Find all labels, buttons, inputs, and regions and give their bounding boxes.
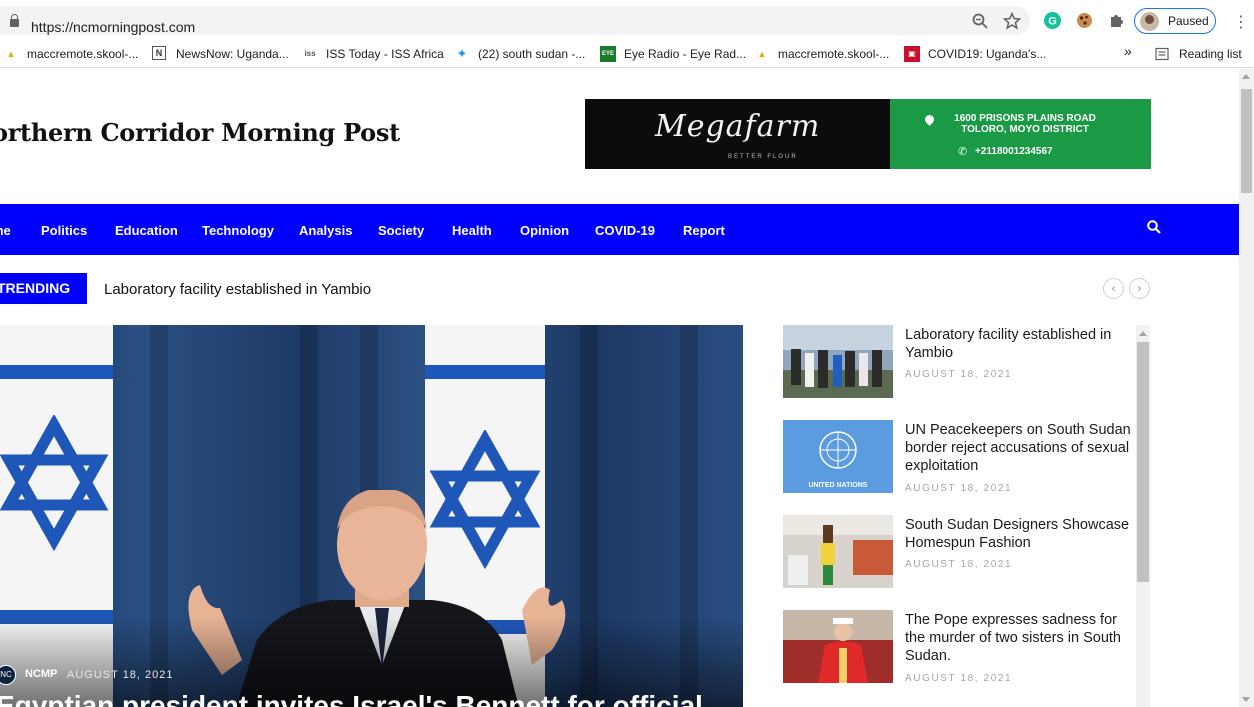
star-of-david-icon <box>0 415 109 552</box>
ad-address: 1600 PRISONS PLAINS ROAD TOLORO, MOYO DI… <box>940 113 1110 135</box>
avatar <box>1140 12 1159 31</box>
profile-button[interactable]: Paused <box>1134 8 1216 34</box>
flag-stripe <box>0 365 113 379</box>
profile-status-label: Paused <box>1168 14 1209 28</box>
iss-favicon-icon: iss <box>304 49 316 58</box>
zoom-icon[interactable] <box>972 13 988 29</box>
page-scrollbar[interactable] <box>1239 69 1254 707</box>
cookie-extension-icon[interactable] <box>1076 12 1093 29</box>
scroll-down-arrow-icon[interactable] <box>1242 697 1250 702</box>
post-date: AUGUST 18, 2021 <box>905 673 1013 684</box>
post-title[interactable]: The Pope expresses sadness for the murde… <box>905 611 1133 665</box>
post-date: AUGUST 18, 2021 <box>905 483 1013 494</box>
nav-item-health[interactable]: Health <box>452 223 492 238</box>
sidebar-scroll-thumb[interactable] <box>1137 342 1149 582</box>
search-icon[interactable] <box>1147 220 1161 234</box>
bookmark-label: (22) south sudan -... <box>478 47 586 61</box>
trending-prev-button[interactable]: ‹ <box>1103 278 1124 299</box>
newsnow-favicon-icon: N <box>152 46 166 60</box>
nav-item-report[interactable]: Report <box>683 223 725 238</box>
nav-item-society[interactable]: Society <box>378 223 424 238</box>
megafarm-ad-banner[interactable]: Megafarm BETTER FLOUR 1600 PRISONS PLAIN… <box>585 99 1151 169</box>
nav-item-politics[interactable]: Politics <box>41 223 87 238</box>
ad-brand-panel: Megafarm BETTER FLOUR <box>585 99 890 169</box>
post-thumbnail[interactable]: UNITED NATIONS <box>783 420 893 493</box>
ad-brand: Megafarm <box>655 109 821 144</box>
grammarly-extension-icon[interactable]: G <box>1044 12 1061 29</box>
more-menu-icon[interactable]: ⋮ <box>1233 12 1249 32</box>
bookmark-label: NewsNow: Uganda... <box>176 47 289 61</box>
post-title[interactable]: UN Peacekeepers on South Sudan border re… <box>905 421 1133 475</box>
reading-list-icon <box>1155 47 1169 61</box>
bookmark-label: COVID19: Uganda's... <box>928 47 1047 61</box>
nav-item-technology[interactable]: Technology <box>202 223 274 238</box>
ad-tagline: BETTER FLOUR <box>728 154 798 160</box>
trending-label: TRENDING <box>0 273 87 304</box>
pma-favicon-icon: ▲ <box>6 49 16 59</box>
sidebar-scrollbar[interactable] <box>1136 325 1150 707</box>
post-thumbnail[interactable] <box>783 325 893 398</box>
extensions-puzzle-icon[interactable] <box>1108 12 1125 29</box>
main-navigation: me Politics Education Technology Analysi… <box>0 204 1239 255</box>
lock-icon[interactable] <box>10 14 19 27</box>
reading-list-label: Reading list <box>1179 47 1242 61</box>
covid-favicon-icon: ▣ <box>904 46 920 62</box>
article-headline[interactable]: Egyptian president invites Israel's Benn… <box>0 690 703 707</box>
location-pin-icon <box>923 113 936 126</box>
phone-icon: ✆ <box>958 146 968 158</box>
trending-label-text: TRENDING <box>0 280 71 296</box>
trending-next-button[interactable]: › <box>1129 278 1150 299</box>
post-title[interactable]: South Sudan Designers Showcase Homespun … <box>905 516 1133 552</box>
post-thumbnail[interactable] <box>783 610 893 683</box>
ad-address-line: TOLORO, MOYO DISTRICT <box>961 124 1089 135</box>
post-title[interactable]: Laboratory facility established in Yambi… <box>905 326 1133 362</box>
article-author[interactable]: NCMP <box>25 668 57 680</box>
bookmark-label: maccremote.skool-... <box>778 47 890 61</box>
bookmark-label: maccremote.skool-... <box>27 47 139 61</box>
recent-posts-list: Laboratory facility established in Yambi… <box>783 325 1150 707</box>
bookmark-label: ISS Today - ISS Africa <box>326 47 444 61</box>
twitter-favicon-icon: ✦ <box>456 46 468 61</box>
ad-address-line: 1600 PRISONS PLAINS ROAD <box>954 113 1096 124</box>
featured-article[interactable]: NC NCMP AUGUST 18, 2021 Egyptian preside… <box>0 325 743 707</box>
nav-item-analysis[interactable]: Analysis <box>299 223 352 238</box>
address-bar[interactable]: https://ncmorningpost.com <box>0 6 1030 35</box>
nav-item-covid-19[interactable]: COVID-19 <box>595 223 655 238</box>
url-text[interactable]: https://ncmorningpost.com <box>31 19 195 35</box>
bookmark-label: Eye Radio - Eye Rad... <box>624 47 747 61</box>
page-scroll-thumb[interactable] <box>1241 89 1252 193</box>
site-logo[interactable]: orthern Corridor Morning Post <box>0 118 400 147</box>
nav-item-opinion[interactable]: Opinion <box>520 223 569 238</box>
svg-text:G: G <box>1048 16 1057 28</box>
bookmarks-overflow-button[interactable]: » <box>1124 43 1132 61</box>
post-date: AUGUST 18, 2021 <box>905 369 1013 380</box>
nav-item-home[interactable]: me <box>0 223 11 238</box>
post-date: AUGUST 18, 2021 <box>905 559 1013 570</box>
pma-favicon-icon: ▲ <box>757 49 767 59</box>
trending-headline[interactable]: Laboratory facility established in Yambi… <box>104 281 371 298</box>
ad-contact-panel: 1600 PRISONS PLAINS ROAD TOLORO, MOYO DI… <box>890 99 1151 169</box>
scroll-up-arrow-icon[interactable] <box>1242 74 1250 79</box>
ad-phone: +2118001234567 <box>975 146 1053 157</box>
webpage: orthern Corridor Morning Post Megafarm B… <box>0 69 1239 707</box>
thumbnail-caption: UNITED NATIONS <box>809 482 868 489</box>
bookmarks-bar: ▲ maccremote.skool-... N NewsNow: Uganda… <box>0 40 1254 68</box>
bookmark-star-icon[interactable] <box>1003 12 1021 30</box>
article-date: AUGUST 18, 2021 <box>67 669 174 681</box>
eye-radio-favicon-icon: EYE <box>600 46 616 62</box>
scroll-up-arrow-icon[interactable] <box>1139 331 1147 336</box>
post-thumbnail[interactable] <box>783 515 893 588</box>
flag-stripe <box>425 365 545 379</box>
browser-toolbar: https://ncmorningpost.com G Paused ⋮ <box>0 0 1254 40</box>
nav-item-education[interactable]: Education <box>115 223 178 238</box>
